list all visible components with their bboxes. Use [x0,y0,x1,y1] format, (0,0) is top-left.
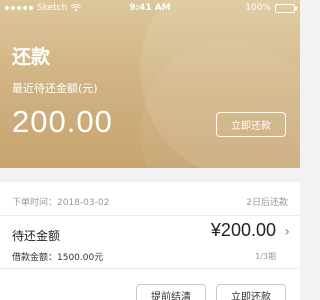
repay-now-button-header[interactable]: 立即还款 [216,112,286,137]
due-in-days: 2日后还款 [246,198,288,208]
recent-due-amount: 200.00 [12,104,113,139]
repay-now-button[interactable]: 立即还款 [216,284,286,300]
order-row: 下单时间：2018-03-02 2日后还款 [0,182,300,216]
header-banner: Sketch 9:41 AM 100% 还款 最近待还金额(元) 200.00 … [0,0,300,168]
due-amount-label: 待还金额 [12,229,61,243]
divider [0,268,300,269]
due-amount-value: ¥200.00 [210,220,276,240]
status-right: 100% [245,3,297,13]
battery-icon [275,3,297,13]
recent-due-label: 最近待还金额(元) [12,82,98,95]
battery-percent: 100% [245,3,271,13]
loan-amount: 借款金额：1500.00元 [12,253,104,263]
order-date: 下单时间：2018-03-02 [12,198,110,208]
bill-card[interactable]: 下单时间：2018-03-02 2日后还款 待还金额 ¥200.00 › 借款金… [0,182,300,300]
chevron-right-icon[interactable]: › [284,224,290,240]
installment-period: 1/3期 [255,252,276,261]
early-payoff-button[interactable]: 提前结清 [136,284,206,300]
status-bar: Sketch 9:41 AM 100% [0,0,300,18]
page-title: 还款 [12,46,51,68]
